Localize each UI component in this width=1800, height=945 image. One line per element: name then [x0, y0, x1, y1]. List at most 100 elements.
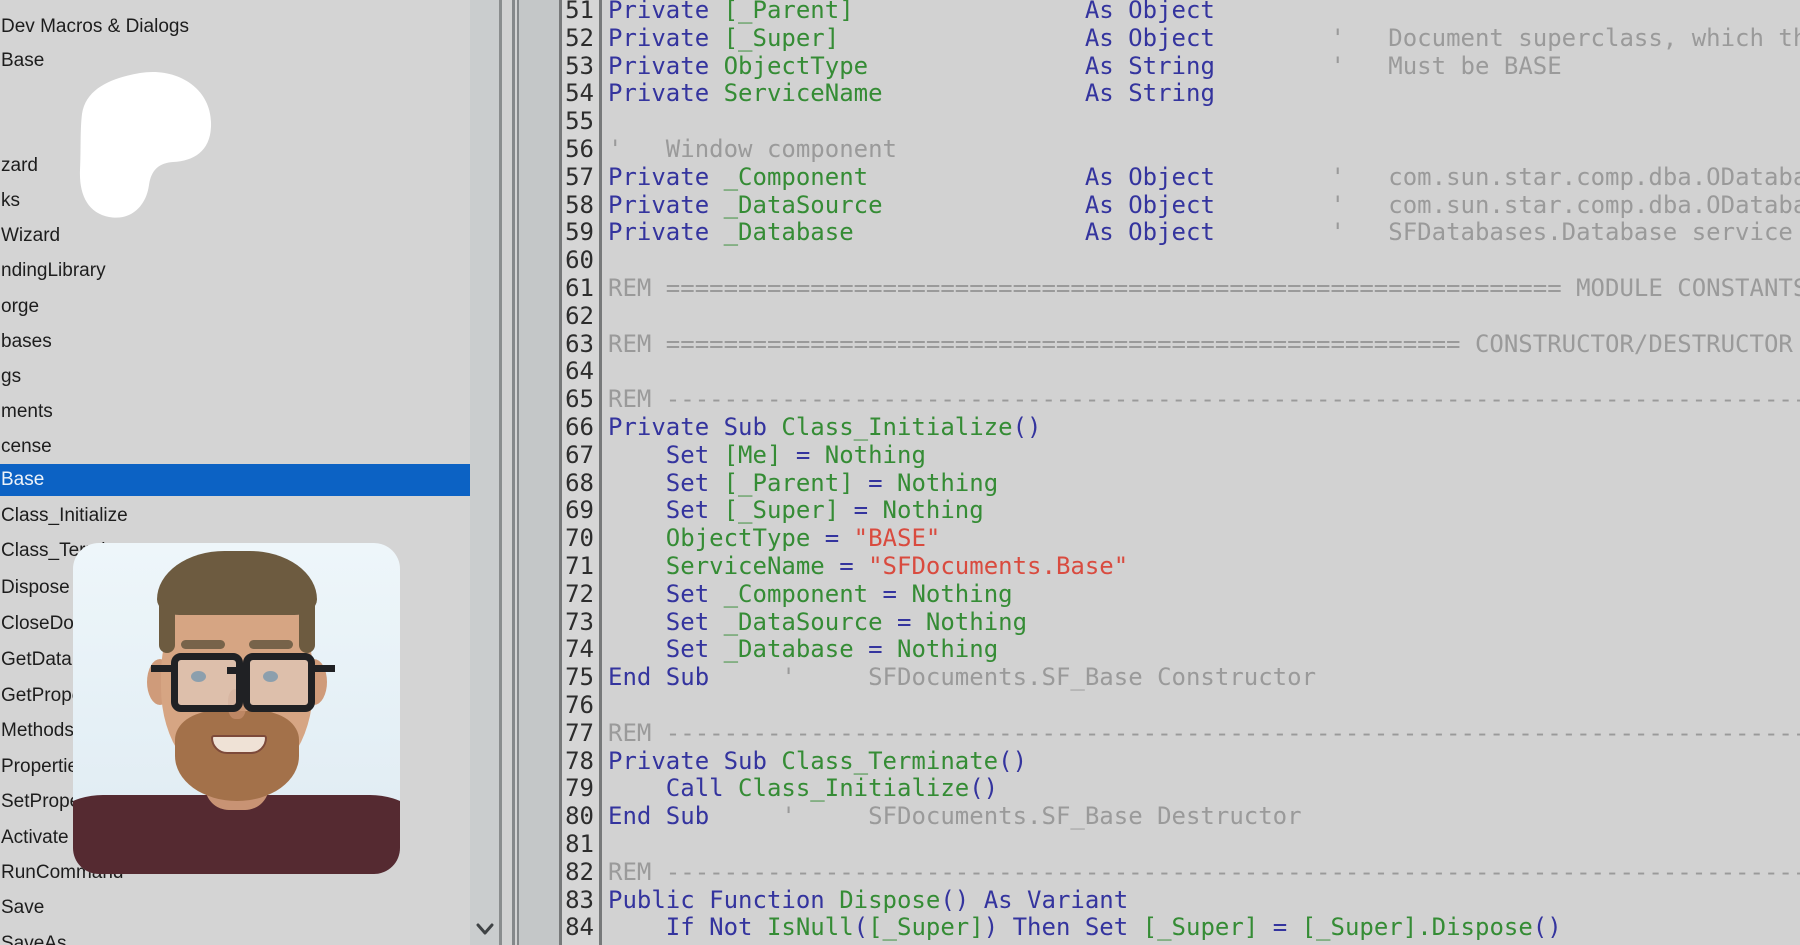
line-number-gutter: 5152535455565758596061626364656667686970…: [562, 0, 599, 945]
tree-item[interactable]: ks: [0, 185, 20, 217]
tree-item[interactable]: orge: [0, 291, 39, 323]
code-line: Set _DataSource = Nothing: [601, 609, 1800, 637]
code-line: Public Function Dispose() As Variant: [601, 887, 1800, 915]
code-line: ServiceName = "SFDocuments.Base": [601, 553, 1800, 581]
line-number: 66: [562, 414, 599, 442]
code-line: ' Window component: [601, 136, 1800, 164]
line-number: 57: [562, 164, 599, 192]
code-line: Set _Component = Nothing: [601, 581, 1800, 609]
tree-item[interactable]: SaveAs: [0, 928, 66, 945]
line-number: 75: [562, 664, 599, 692]
line-number: 76: [562, 692, 599, 720]
tree-item[interactable]: ndingLibrary: [0, 255, 106, 287]
tree-item[interactable]: ments: [0, 396, 53, 428]
tree-item[interactable]: Save: [0, 892, 44, 924]
code-line: Private _DataSource As Object ' com.sun.…: [601, 192, 1800, 220]
line-number: 80: [562, 803, 599, 831]
tree-item[interactable]: Wizard: [0, 220, 60, 252]
code-line: REM ====================================…: [601, 331, 1800, 359]
line-number: 52: [562, 25, 599, 53]
code-line: Private Sub Class_Terminate(): [601, 748, 1800, 776]
line-number: 77: [562, 720, 599, 748]
photo-glasses-lens: [171, 653, 243, 712]
tree-item[interactable]: Class_Initialize: [0, 500, 128, 532]
photo-glasses-lens: [243, 653, 315, 712]
line-number: 51: [562, 0, 599, 25]
code-line: [601, 247, 1800, 275]
line-number: 65: [562, 386, 599, 414]
line-number: 74: [562, 636, 599, 664]
tree-item[interactable]: gs: [0, 361, 21, 393]
line-number: 53: [562, 53, 599, 81]
code-line: End Sub ' SFDocuments.SF_Base Destructor: [601, 803, 1800, 831]
line-number: 82: [562, 859, 599, 887]
line-number: 71: [562, 553, 599, 581]
code-line: End Sub ' SFDocuments.SF_Base Constructo…: [601, 664, 1800, 692]
code-line: Private ObjectType As String ' Must be B…: [601, 53, 1800, 81]
photo-hair: [299, 597, 315, 653]
photo-hair: [159, 597, 175, 653]
code-line: [601, 108, 1800, 136]
code-editor[interactable]: Private [_Parent] As ObjectPrivate [_Sup…: [601, 0, 1800, 945]
line-number: 58: [562, 192, 599, 220]
line-number: 78: [562, 748, 599, 776]
photo-glasses-bridge: [227, 667, 245, 674]
photo-eyebrow: [249, 640, 293, 649]
code-line: Private [_Super] As Object ' Document su…: [601, 25, 1800, 53]
tree-item[interactable]: zard: [0, 150, 38, 182]
code-line: Private _Component As Object ' com.sun.s…: [601, 164, 1800, 192]
photo-eyebrow: [181, 640, 225, 649]
line-number: 54: [562, 80, 599, 108]
splitter-gap: [502, 0, 512, 945]
photo-hair: [157, 551, 317, 615]
code-line: Set [_Super] = Nothing: [601, 497, 1800, 525]
code-line: REM ------------------------------------…: [601, 720, 1800, 748]
code-line: [601, 831, 1800, 859]
line-number: 72: [562, 581, 599, 609]
line-number: 69: [562, 497, 599, 525]
tree-item[interactable]: bases: [0, 326, 52, 358]
code-line: REM ------------------------------------…: [601, 859, 1800, 887]
photo-beard: [175, 711, 299, 801]
photo-glasses-temple: [151, 665, 173, 672]
photo-glasses-temple: [313, 665, 335, 672]
code-line: Private [_Parent] As Object: [601, 0, 1800, 25]
line-number: 59: [562, 219, 599, 247]
scroll-down-button[interactable]: [472, 916, 498, 942]
code-line: Set _Database = Nothing: [601, 636, 1800, 664]
line-number: 81: [562, 831, 599, 859]
tree-item[interactable]: Methods: [0, 715, 74, 747]
basic-ide-window: Dev Macros & DialogsBasezardksWizardndin…: [0, 0, 1800, 945]
tree-item-selected[interactable]: Base: [0, 464, 470, 496]
breakpoint-margin[interactable]: [519, 0, 559, 945]
chevron-down-icon: [472, 929, 498, 945]
line-number: 79: [562, 775, 599, 803]
code-line: [601, 303, 1800, 331]
line-number: 55: [562, 108, 599, 136]
code-line: Set [Me] = Nothing: [601, 442, 1800, 470]
line-number: 63: [562, 331, 599, 359]
code-line: Private Sub Class_Initialize(): [601, 414, 1800, 442]
code-line: Set [_Parent] = Nothing: [601, 470, 1800, 498]
tree-item[interactable]: Base: [0, 45, 44, 77]
line-number: 67: [562, 442, 599, 470]
tree-item[interactable]: Dispose: [0, 572, 70, 604]
line-number: 56: [562, 136, 599, 164]
code-line: Call Class_Initialize(): [601, 775, 1800, 803]
code-line: [601, 692, 1800, 720]
code-line: [601, 358, 1800, 386]
tree-item[interactable]: Dev Macros & Dialogs: [0, 11, 189, 43]
code-line: Private ServiceName As String: [601, 80, 1800, 108]
code-line: REM ------------------------------------…: [601, 386, 1800, 414]
tree-item[interactable]: cense: [0, 431, 52, 463]
line-number: 64: [562, 358, 599, 386]
tree-item[interactable]: Activate: [0, 822, 69, 854]
code-line: REM ====================================…: [601, 275, 1800, 303]
code-line: Private _Database As Object ' SFDatabase…: [601, 219, 1800, 247]
line-number: 84: [562, 914, 599, 942]
line-number: 61: [562, 275, 599, 303]
tree-scrollbar[interactable]: [470, 0, 499, 945]
splitter-handle[interactable]: [512, 0, 515, 945]
line-number: 70: [562, 525, 599, 553]
line-number: 83: [562, 887, 599, 915]
